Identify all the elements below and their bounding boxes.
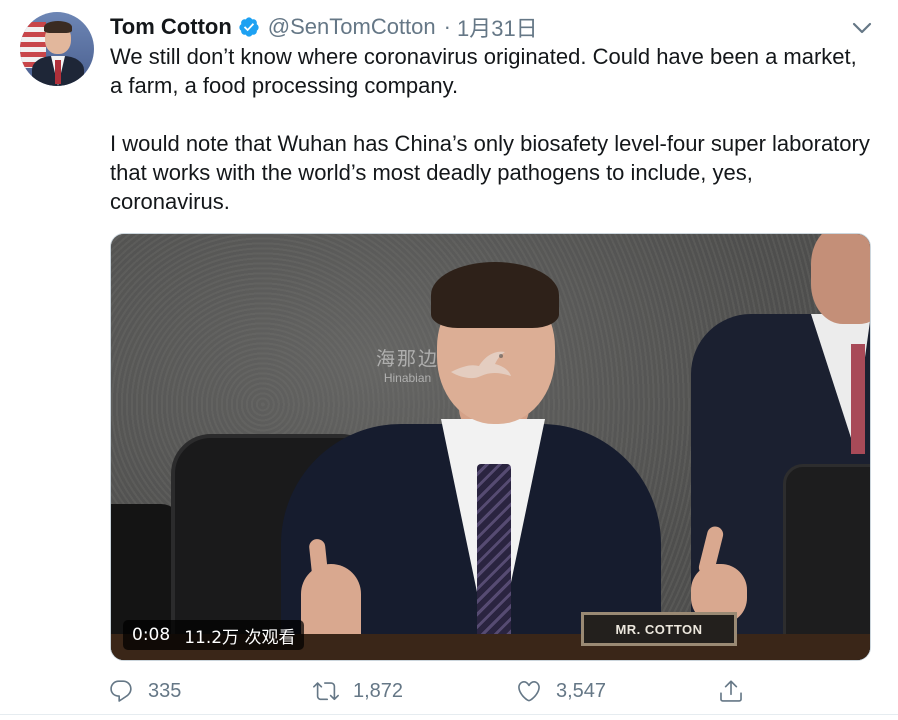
reply-count: 335 <box>148 679 182 702</box>
reply-icon <box>110 680 132 702</box>
author-name[interactable]: Tom Cotton <box>110 14 232 40</box>
retweet-icon <box>313 682 339 701</box>
tweet-text: We still don’t know where coronavirus or… <box>110 42 870 216</box>
video-player[interactable]: MR. COTTON 海那边 Hinabian 0:08 11.2万 次观看 <box>110 233 871 661</box>
date-separator: · <box>443 14 451 39</box>
reply-button[interactable]: 335 <box>108 674 181 708</box>
like-count: 3,547 <box>556 679 607 702</box>
watermark: 海那边 Hinabian <box>376 342 515 386</box>
retweet-button[interactable]: 1,872 <box>313 674 403 708</box>
video-duration: 0:08 <box>132 625 171 645</box>
share-button[interactable] <box>718 674 744 708</box>
tweet-header: Tom Cotton @SenTomCotton · 1月31日 <box>110 12 538 42</box>
tweet-paragraph: I would note that Wuhan has China’s only… <box>110 131 870 214</box>
author-handle[interactable]: @SenTomCotton <box>268 14 436 40</box>
video-stats-overlay: 0:08 11.2万 次观看 <box>123 620 305 650</box>
retweet-count: 1,872 <box>353 679 404 702</box>
nameplate-text: MR. COTTON <box>615 621 703 637</box>
divider <box>0 714 898 715</box>
video-views: 11.2万 次观看 <box>184 627 296 648</box>
verified-badge-icon <box>238 16 260 38</box>
nameplate: MR. COTTON <box>581 612 737 646</box>
bird-logo-icon <box>451 351 512 379</box>
chevron-down-icon[interactable] <box>850 16 874 40</box>
like-button[interactable]: 3,547 <box>516 674 606 708</box>
avatar[interactable] <box>20 12 94 86</box>
heart-icon <box>518 680 540 702</box>
watermark-cn: 海那边 <box>376 347 440 370</box>
share-icon <box>720 680 742 702</box>
tweet[interactable]: Tom Cotton @SenTomCotton · 1月31日 We stil… <box>0 0 898 720</box>
tweet-actions: 335 1,872 3,547 <box>108 674 748 708</box>
tweet-paragraph: We still don’t know where coronavirus or… <box>110 44 857 98</box>
tweet-date[interactable]: 1月31日 <box>457 11 538 43</box>
watermark-en: Hinabian <box>383 370 432 385</box>
